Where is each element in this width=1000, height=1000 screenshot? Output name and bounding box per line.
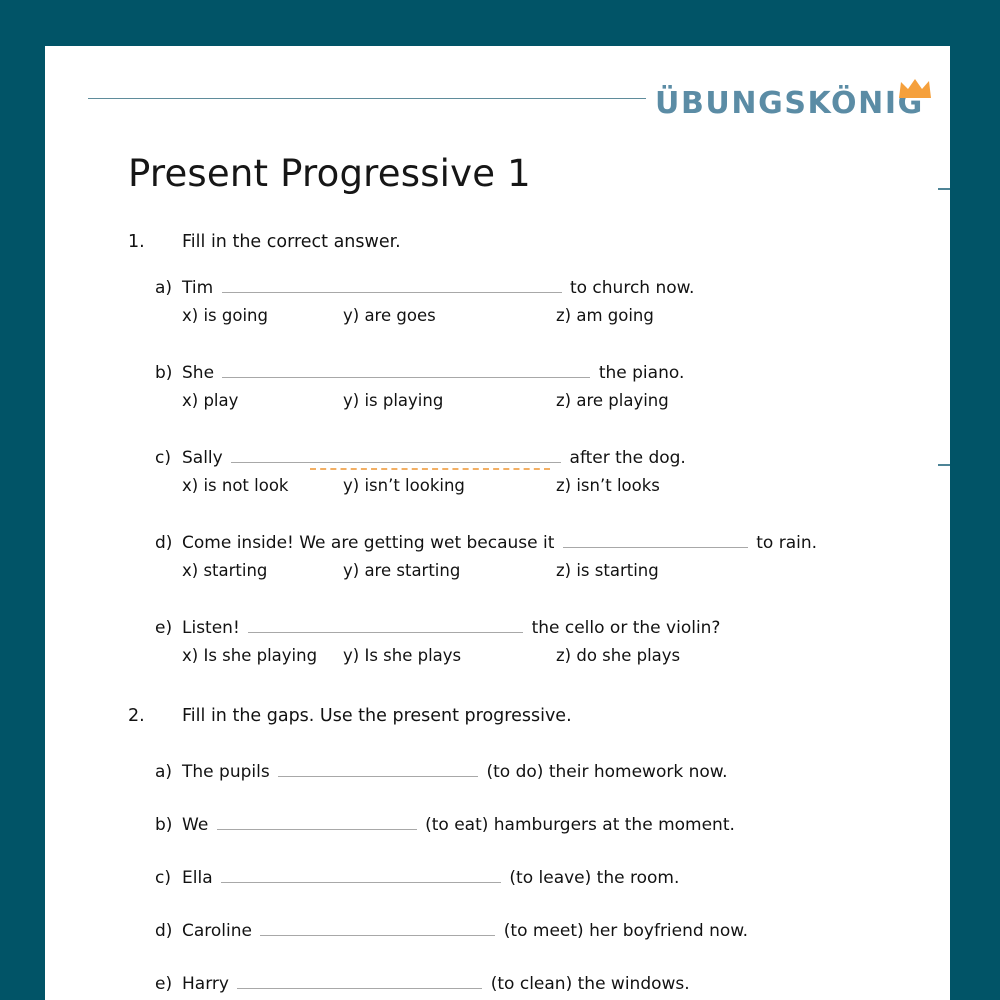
task-instruction: Fill in the correct answer. <box>182 232 401 252</box>
answer-option[interactable]: y) isn’t looking <box>343 476 465 495</box>
answer-option[interactable]: z) am going <box>556 306 654 325</box>
item-label: a) <box>155 762 173 782</box>
sentence-prefix: Harry <box>182 974 235 994</box>
sentence-prefix: We <box>182 815 214 835</box>
sentence-prefix: Caroline <box>182 921 258 941</box>
item-label: e) <box>155 618 173 638</box>
item-sentence: Sally after the dog. <box>182 448 686 468</box>
sentence-suffix: to rain. <box>750 533 818 553</box>
task-number: 1. <box>128 232 145 252</box>
answer-option[interactable]: y) is playing <box>343 391 443 410</box>
sentence-prefix: The pupils <box>182 762 276 782</box>
orange-dash-artifact <box>310 468 550 470</box>
answer-blank[interactable] <box>260 921 496 936</box>
sentence-prefix: Sally <box>182 448 229 468</box>
task-number: 2. <box>128 706 145 726</box>
answer-option[interactable]: y) Is she plays <box>343 646 461 665</box>
answer-option[interactable]: z) do she plays <box>556 646 680 665</box>
header-divider <box>88 98 646 99</box>
answer-option[interactable]: z) is starting <box>556 561 659 580</box>
answer-option[interactable]: z) are playing <box>556 391 669 410</box>
answer-blank[interactable] <box>278 762 479 777</box>
answer-option[interactable]: y) are starting <box>343 561 460 580</box>
answer-option[interactable]: z) isn’t looks <box>556 476 660 495</box>
sentence-suffix: (to leave) the room. <box>504 868 680 888</box>
sentence-prefix: She <box>182 363 220 383</box>
answer-option[interactable]: x) is not look <box>182 476 288 495</box>
item-label: c) <box>155 868 171 888</box>
answer-option[interactable]: x) play <box>182 391 238 410</box>
answer-blank[interactable] <box>216 815 417 830</box>
answer-option[interactable]: x) is going <box>182 306 268 325</box>
answer-blank[interactable] <box>562 533 748 548</box>
answer-blank[interactable] <box>222 363 591 378</box>
answer-blank[interactable] <box>231 448 562 463</box>
sentence-suffix: to church now. <box>564 278 695 298</box>
crown-icon <box>899 79 931 98</box>
item-sentence: She the piano. <box>182 363 684 383</box>
sentence-suffix: the piano. <box>593 363 685 383</box>
brand-logo[interactable]: ÜBUNGSKÖNIG <box>655 78 935 132</box>
page-header: ÜBUNGSKÖNIG <box>45 46 950 141</box>
item-sentence: Ella (to leave) the room. <box>182 868 679 888</box>
item-label: d) <box>155 921 173 941</box>
answer-blank[interactable] <box>221 868 502 883</box>
crop-mark-top <box>938 188 950 190</box>
sentence-prefix: Tim <box>182 278 219 298</box>
brand-logo-text: ÜBUNGSKÖNIG <box>655 86 924 121</box>
answer-option[interactable]: y) are goes <box>343 306 436 325</box>
item-label: e) <box>155 974 173 994</box>
item-sentence: Harry (to clean) the windows. <box>182 974 690 994</box>
sentence-suffix: (to clean) the windows. <box>485 974 690 994</box>
crop-mark-bottom <box>938 464 950 466</box>
item-sentence: Come inside! We are getting wet because … <box>182 533 817 553</box>
item-sentence: We (to eat) hamburgers at the moment. <box>182 815 735 835</box>
item-sentence: Listen! the cello or the violin? <box>182 618 720 638</box>
answer-blank[interactable] <box>248 618 524 633</box>
sentence-suffix: (to eat) hamburgers at the moment. <box>419 815 735 835</box>
item-sentence: The pupils (to do) their homework now. <box>182 762 728 782</box>
sentence-prefix: Come inside! We are getting wet because … <box>182 533 560 553</box>
item-label: c) <box>155 448 171 468</box>
sentence-prefix: Listen! <box>182 618 246 638</box>
task-instruction: Fill in the gaps. Use the present progre… <box>182 706 572 726</box>
answer-blank[interactable] <box>221 278 562 293</box>
item-label: b) <box>155 363 173 383</box>
item-label: a) <box>155 278 173 298</box>
sentence-suffix: (to meet) her boyfriend now. <box>498 921 749 941</box>
sentence-prefix: Ella <box>182 868 219 888</box>
item-label: d) <box>155 533 173 553</box>
worksheet-page: ÜBUNGSKÖNIG Present Progressive 1 1. Fill… <box>45 46 950 1000</box>
sentence-suffix: after the dog. <box>564 448 686 468</box>
item-label: b) <box>155 815 173 835</box>
page-title: Present Progressive 1 <box>128 152 531 195</box>
sentence-suffix: (to do) their homework now. <box>481 762 728 782</box>
answer-option[interactable]: x) Is she playing <box>182 646 317 665</box>
answer-option[interactable]: x) starting <box>182 561 267 580</box>
item-sentence: Caroline (to meet) her boyfriend now. <box>182 921 748 941</box>
sentence-suffix: the cello or the violin? <box>526 618 721 638</box>
item-sentence: Tim to church now. <box>182 278 694 298</box>
answer-blank[interactable] <box>237 974 483 989</box>
